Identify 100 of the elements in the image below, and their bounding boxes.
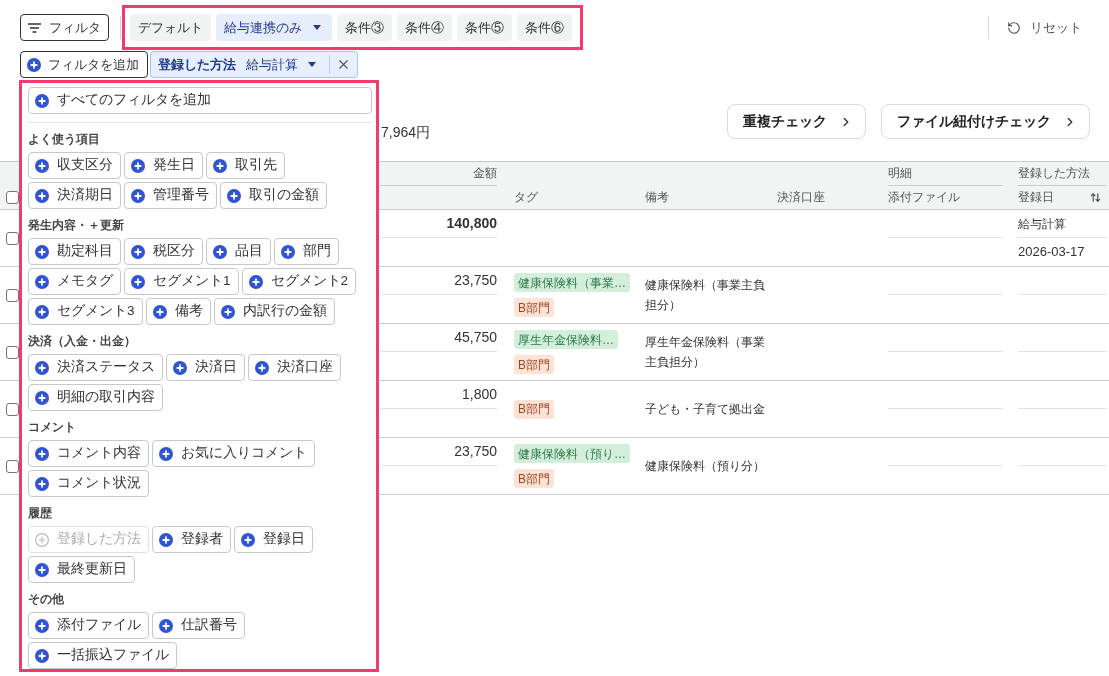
note-cell-text: 健康保険料（事業主負担分） — [645, 277, 765, 314]
reset-button[interactable]: リセット — [999, 14, 1090, 41]
filter-option-button[interactable]: 決済期日 — [28, 182, 121, 209]
filter-option-button[interactable]: 決済日 — [166, 354, 245, 381]
caret-icon — [308, 62, 316, 67]
filter-option-button[interactable]: 勘定科目 — [28, 238, 121, 265]
column-header: タグ — [514, 189, 538, 207]
plus-circle-icon — [131, 244, 145, 259]
plus-circle-icon — [35, 446, 49, 461]
plus-circle-icon — [35, 304, 49, 319]
filter-option-button[interactable]: 決済ステータス — [28, 354, 163, 381]
plus-circle-icon — [35, 648, 49, 663]
tag: 厚生年金保険料… — [514, 330, 618, 349]
filter-option-button[interactable]: セグメント3 — [28, 298, 143, 325]
filter-option-button[interactable]: 部門 — [274, 238, 339, 265]
amount-cell-text: 45,750 — [454, 328, 497, 347]
column-header: 決済口座 — [777, 189, 825, 207]
check-button[interactable]: 重複チェック — [727, 104, 866, 139]
plus-circle-icon — [131, 274, 145, 289]
date-cell-text: 2026-03-17 — [1018, 243, 1085, 262]
column-header: 登録日 — [1018, 189, 1054, 207]
plus-circle-icon — [27, 57, 41, 72]
preset-tab[interactable]: 給与連携のみ — [216, 14, 332, 41]
group-heading: 発生内容・＋更新 — [28, 217, 124, 233]
filter-option-button[interactable]: 取引の金額 — [220, 182, 327, 209]
tag: B部門 — [514, 298, 554, 317]
plus-circle-icon — [131, 158, 145, 173]
filter-option-button[interactable]: メモタグ — [28, 268, 121, 295]
filter-option-button[interactable]: 税区分 — [124, 238, 203, 265]
filter-condition-button[interactable]: 登録した方法 給与計算 — [151, 52, 329, 77]
plus-circle-icon — [220, 304, 235, 319]
column-group-header: 明細 — [888, 165, 912, 183]
checkbox[interactable] — [6, 459, 19, 473]
amount-cell-text: 23,750 — [454, 442, 497, 461]
filter-option-button[interactable]: 最終更新日 — [28, 556, 135, 583]
total-amount: 7,964円 — [381, 123, 431, 141]
column-header: 添付ファイル — [888, 189, 960, 207]
plus-circle-icon — [152, 304, 167, 319]
filter-option-button[interactable]: 備考 — [145, 298, 211, 325]
column-header: 備考 — [645, 189, 669, 207]
column-group-header: 金額 — [473, 165, 497, 183]
filter-option-button[interactable]: 品目 — [206, 238, 271, 265]
filter-option-button[interactable]: 内訳行の金額 — [213, 298, 335, 325]
group-heading: 決済（入金・出金） — [28, 333, 136, 349]
check-button[interactable]: ファイル紐付けチェック — [881, 104, 1090, 139]
caret-icon — [313, 25, 321, 30]
plus-circle-icon — [213, 244, 227, 259]
filter-option-button[interactable]: 添付ファイル — [28, 612, 149, 639]
filter-button[interactable]: フィルタ — [20, 14, 109, 41]
filter-icon — [28, 22, 41, 33]
add-all-filters-button[interactable]: すべてのフィルタを追加 — [28, 87, 372, 114]
group-heading: その他 — [28, 591, 64, 607]
plus-circle-icon — [35, 188, 49, 203]
filter-option-button[interactable]: 管理番号 — [124, 182, 217, 209]
checkbox[interactable] — [6, 402, 19, 416]
filter-option-button[interactable]: 取引先 — [206, 152, 285, 179]
group-heading: 履歴 — [28, 505, 52, 521]
column-group-header: 登録した方法 — [1018, 165, 1090, 183]
checkbox[interactable] — [6, 191, 19, 204]
plus-circle-icon — [35, 93, 49, 108]
filter-option-button[interactable]: 一括振込ファイル — [28, 642, 177, 669]
plus-circle-icon — [35, 360, 49, 375]
tag: 健康保険料（事業… — [514, 273, 630, 292]
preset-tab[interactable]: 条件④ — [397, 14, 452, 41]
filter-option-button[interactable]: 登録者 — [152, 526, 231, 553]
checkbox[interactable] — [6, 288, 19, 302]
amount-cell-text: 23,750 — [454, 271, 497, 290]
filter-option-button[interactable]: 決済口座 — [248, 354, 341, 381]
checkbox[interactable] — [6, 345, 19, 359]
add-filter-button[interactable]: フィルタを追加 — [20, 51, 148, 78]
plus-circle-icon — [213, 158, 227, 173]
amount-cell-text: 1,800 — [461, 385, 497, 404]
plus-circle-icon — [159, 446, 173, 461]
tag: 健康保険料（預り… — [514, 444, 630, 463]
filter-option-button[interactable]: 発生日 — [124, 152, 203, 179]
tag: B部門 — [514, 355, 554, 374]
tag: B部門 — [514, 469, 554, 488]
preset-tab[interactable]: 条件③ — [337, 14, 392, 41]
filter-option-button[interactable]: コメント状況 — [28, 470, 149, 497]
group-heading: コメント — [28, 419, 76, 435]
note-cell-text: 厚生年金保険料（事業主負担分） — [645, 334, 765, 371]
filter-option-button[interactable]: 登録日 — [234, 526, 313, 553]
method-cell-text: 給与計算 — [1018, 215, 1066, 233]
filter-option-button[interactable]: 仕訳番号 — [152, 612, 245, 639]
preset-tab[interactable]: 条件⑤ — [457, 14, 512, 41]
filter-option-button[interactable]: コメント内容 — [28, 440, 149, 467]
checkbox[interactable] — [6, 231, 19, 245]
plus-circle-icon — [35, 562, 49, 577]
filter-option-button[interactable]: 明細の取引内容 — [28, 384, 163, 411]
tag: B部門 — [514, 399, 554, 419]
preset-tab[interactable]: デフォルト — [130, 14, 211, 41]
plus-circle-icon — [159, 618, 173, 633]
filter-option-button[interactable]: 収支区分 — [28, 152, 121, 179]
filter-option-button[interactable]: セグメント2 — [241, 268, 357, 295]
note-cell-text: 健康保険料（預り分） — [645, 458, 765, 475]
preset-tab[interactable]: 条件⑥ — [517, 14, 572, 41]
filter-option-button[interactable]: お気に入りコメント — [152, 440, 315, 467]
filter-option-button[interactable]: セグメント1 — [124, 268, 239, 295]
close-icon — [336, 57, 351, 72]
sort-icon[interactable] — [1090, 191, 1101, 203]
